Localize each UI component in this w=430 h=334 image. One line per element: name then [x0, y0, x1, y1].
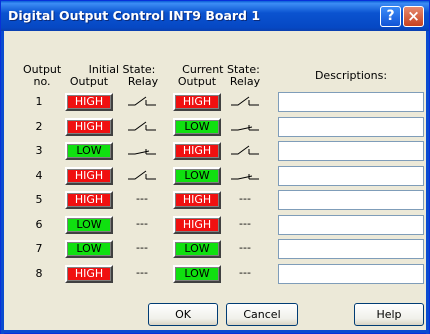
- current-output-button[interactable]: HIGH: [173, 93, 221, 111]
- header-initial-relay: Relay: [127, 75, 159, 88]
- description-field[interactable]: [278, 141, 424, 161]
- header-initial-output: Output: [69, 75, 109, 88]
- initial-output-button[interactable]: LOW: [65, 240, 113, 258]
- ok-button[interactable]: OK: [148, 303, 218, 326]
- current-relay-none: ---: [239, 192, 251, 205]
- current-output-button[interactable]: HIGH: [173, 216, 221, 234]
- initial-relay-none: ---: [136, 266, 148, 279]
- current-output-button[interactable]: LOW: [173, 265, 221, 283]
- output-number: 2: [35, 120, 43, 133]
- current-output-button[interactable]: LOW: [173, 118, 221, 136]
- current-relay-none: ---: [239, 266, 251, 279]
- relay-closed-icon: [230, 119, 260, 133]
- current-relay-none: ---: [239, 241, 251, 254]
- initial-output-button[interactable]: HIGH: [65, 93, 113, 111]
- initial-output-button[interactable]: HIGH: [65, 265, 113, 283]
- current-output-button[interactable]: HIGH: [173, 142, 221, 160]
- relay-open-icon: [127, 168, 157, 182]
- output-number: 5: [35, 193, 43, 206]
- relay-open-icon: [230, 94, 260, 108]
- relay-open-icon: [127, 94, 157, 108]
- initial-output-button[interactable]: HIGH: [65, 167, 113, 185]
- current-output-button[interactable]: HIGH: [173, 191, 221, 209]
- cancel-button[interactable]: Cancel: [226, 303, 298, 326]
- initial-relay-none: ---: [136, 241, 148, 254]
- initial-output-button[interactable]: LOW: [65, 142, 113, 160]
- frame-left: [1, 31, 4, 334]
- initial-output-button[interactable]: HIGH: [65, 118, 113, 136]
- description-field[interactable]: [278, 166, 424, 186]
- output-number: 1: [35, 95, 43, 108]
- header-current-relay: Relay: [229, 75, 261, 88]
- header-descriptions: Descriptions:: [314, 69, 388, 82]
- current-output-button[interactable]: LOW: [173, 240, 221, 258]
- help-title-button[interactable]: ?: [380, 6, 401, 27]
- window-title: Digital Output Control INT9 Board 1: [8, 8, 261, 23]
- relay-closed-icon: [127, 143, 157, 157]
- description-field[interactable]: [278, 190, 424, 210]
- header-current-output: Output: [177, 75, 217, 88]
- description-field[interactable]: [278, 117, 424, 137]
- initial-relay-none: ---: [136, 192, 148, 205]
- current-output-button[interactable]: LOW: [173, 167, 221, 185]
- description-field[interactable]: [278, 215, 424, 235]
- output-number: 8: [35, 267, 43, 280]
- help-button[interactable]: Help: [354, 303, 424, 326]
- close-button[interactable]: ×: [403, 6, 424, 27]
- title-bar: Digital Output Control INT9 Board 1: [1, 1, 429, 31]
- output-number: 3: [35, 144, 43, 157]
- initial-relay-none: ---: [136, 217, 148, 230]
- output-number: 7: [35, 242, 43, 255]
- current-relay-none: ---: [239, 217, 251, 230]
- initial-output-button[interactable]: HIGH: [65, 191, 113, 209]
- frame-right: [426, 31, 429, 334]
- output-number: 4: [35, 169, 43, 182]
- description-field[interactable]: [278, 239, 424, 259]
- frame-bottom: [1, 330, 429, 333]
- description-field[interactable]: [278, 92, 424, 112]
- relay-closed-icon: [230, 168, 260, 182]
- initial-output-button[interactable]: LOW: [65, 216, 113, 234]
- relay-open-icon: [127, 119, 157, 133]
- description-field[interactable]: [278, 264, 424, 284]
- output-number: 6: [35, 218, 43, 231]
- dialog-window: Digital Output Control INT9 Board 1 ? × …: [0, 0, 430, 334]
- relay-open-icon: [230, 143, 260, 157]
- header-output-no-line2: no.: [33, 75, 51, 88]
